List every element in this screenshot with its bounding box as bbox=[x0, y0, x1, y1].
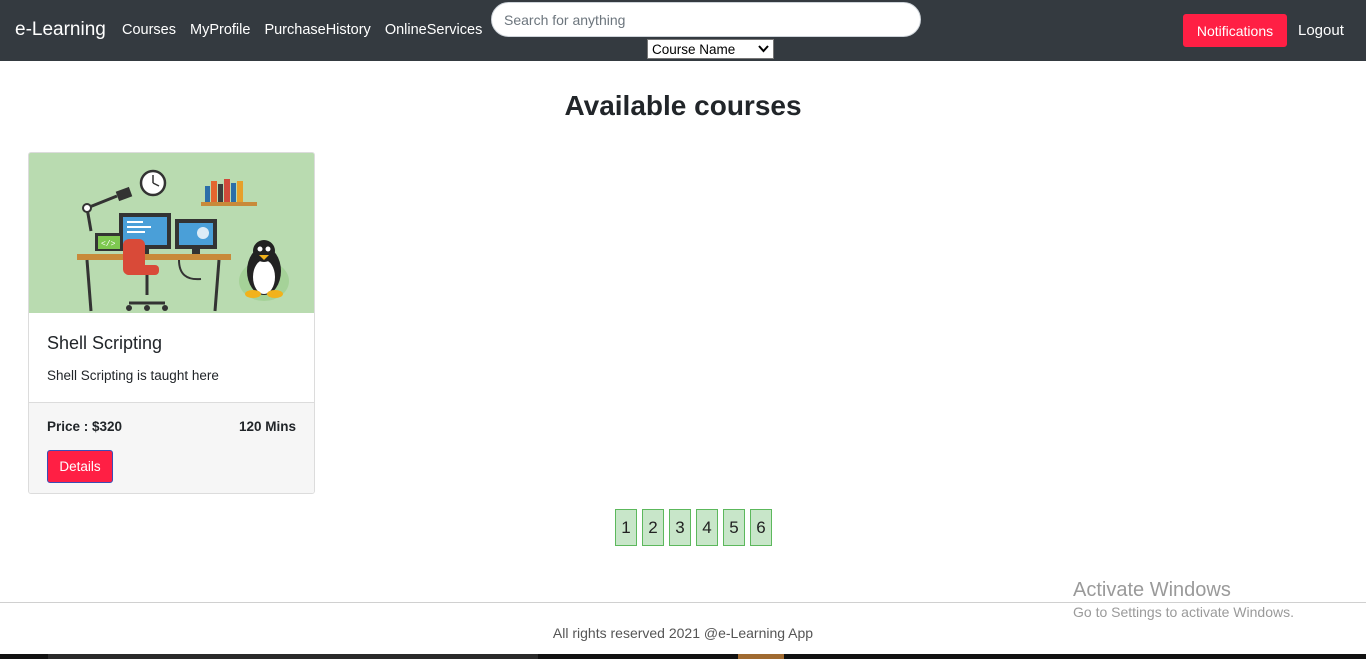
page-button-2[interactable]: 2 bbox=[642, 509, 664, 546]
nav-link-myprofile[interactable]: MyProfile bbox=[190, 22, 250, 38]
course-description: Shell Scripting is taught here bbox=[47, 368, 219, 383]
search-filter-select[interactable]: Course Name bbox=[647, 39, 774, 59]
svg-text:</>: </> bbox=[101, 240, 116, 249]
pagination: 1 2 3 4 5 6 bbox=[615, 509, 772, 546]
taskbar-segment bbox=[48, 654, 538, 659]
top-navbar: e-Learning Courses MyProfile PurchaseHis… bbox=[0, 0, 1366, 61]
logout-link[interactable]: Logout bbox=[1298, 22, 1344, 39]
page-button-5[interactable]: 5 bbox=[723, 509, 745, 546]
footer-copyright: All rights reserved 2021 @e-Learning App bbox=[552, 625, 814, 641]
desk-illustration: </> bbox=[29, 153, 314, 313]
page-button-4[interactable]: 4 bbox=[696, 509, 718, 546]
search-input[interactable] bbox=[491, 2, 921, 37]
nav-link-courses[interactable]: Courses bbox=[122, 22, 176, 38]
nav-link-purchasehistory[interactable]: PurchaseHistory bbox=[264, 22, 370, 38]
nav-link-onlineservices[interactable]: OnlineServices bbox=[385, 22, 483, 38]
nav-links: Courses MyProfile PurchaseHistory Online… bbox=[122, 22, 482, 38]
page-button-6[interactable]: 6 bbox=[750, 509, 772, 546]
course-title: Shell Scripting bbox=[47, 333, 163, 353]
course-image: </> bbox=[29, 153, 314, 313]
os-taskbar bbox=[0, 654, 1366, 659]
watermark-subtitle: Go to Settings to activate Windows. bbox=[1073, 604, 1294, 620]
page-button-3[interactable]: 3 bbox=[669, 509, 691, 546]
course-card: </> Shell Scripting Shell Scripting is t… bbox=[28, 152, 315, 494]
course-card-footer: Price : $320 120 Mins Details bbox=[29, 402, 314, 493]
activate-windows-watermark: Activate Windows Go to Settings to activ… bbox=[1073, 579, 1294, 620]
notifications-button[interactable]: Notifications bbox=[1183, 14, 1287, 47]
watermark-title: Activate Windows bbox=[1073, 579, 1231, 601]
chevron-down-icon bbox=[758, 45, 769, 53]
details-button[interactable]: Details bbox=[47, 450, 113, 483]
course-duration: 120 Mins bbox=[238, 419, 296, 434]
brand-logo[interactable]: e-Learning bbox=[15, 19, 106, 41]
page-button-1[interactable]: 1 bbox=[615, 509, 637, 546]
search-filter-value: Course Name bbox=[652, 41, 736, 57]
page-title: Available courses bbox=[564, 90, 802, 121]
course-price: Price : $320 bbox=[47, 419, 123, 434]
taskbar-app-indicator bbox=[738, 654, 784, 659]
